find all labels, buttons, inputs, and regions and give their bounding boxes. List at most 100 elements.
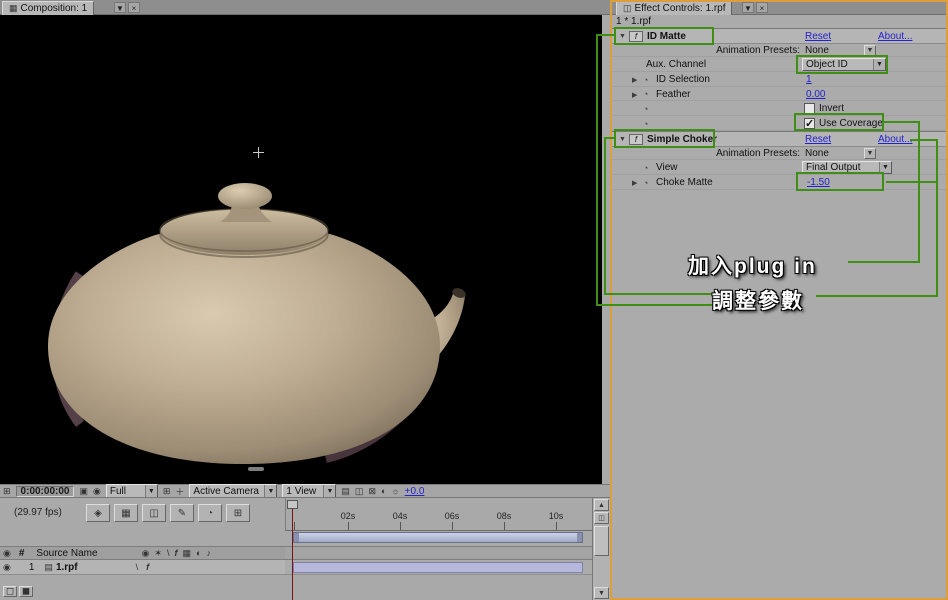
fx-panel-close-icon[interactable]: × xyxy=(756,2,768,13)
panel-maximize-icon[interactable]: ◫ xyxy=(594,512,609,524)
fast-preview-icon[interactable]: ☼ xyxy=(391,486,399,496)
resolution-icon[interactable]: ⊠ xyxy=(368,486,376,497)
chevron-down-icon: ▼ xyxy=(145,485,157,497)
property-row-invert: ◔ Invert xyxy=(612,101,948,116)
comp-mini-flowchart-icon[interactable]: ◈ xyxy=(86,504,110,522)
comp-toolbar: ⊞ 0:00:00:00 ▣ ◉ Full ▼ ⊞ ＋ Active Camer… xyxy=(0,484,610,497)
snapshot-icon[interactable]: ▣ xyxy=(79,486,88,497)
column-hash: # xyxy=(19,548,25,559)
highlight-box-use-coverage xyxy=(794,113,884,131)
id-selection-value[interactable]: 1 xyxy=(806,74,812,85)
composition-icon: ▦ xyxy=(9,3,18,14)
mask-visibility-icon[interactable]: ＋ xyxy=(175,485,184,498)
region-of-interest-icon[interactable]: ▤ xyxy=(341,486,350,497)
teapot-render xyxy=(28,124,498,474)
current-time-indicator-handle[interactable] xyxy=(287,500,298,509)
presets-row: Animation Presets: None ▼ xyxy=(612,44,948,57)
property-row-id-selection: ▶ ◔ ID Selection 1 xyxy=(612,72,948,87)
ruler-label: 02s xyxy=(336,511,360,521)
view-layout-dropdown[interactable]: 1 View ▼ xyxy=(282,484,336,498)
channel-icon[interactable]: ◫ xyxy=(355,486,364,497)
quality-switch-icon: \ xyxy=(167,548,170,558)
expand-layer-switches-icon[interactable]: ◻ xyxy=(3,586,17,597)
stopwatch-icon[interactable]: ◔ xyxy=(643,89,648,99)
effect-controls-icon: ◫ xyxy=(623,3,632,14)
presets-label: Animation Presets: xyxy=(672,148,800,159)
view-layout-value: 1 View xyxy=(283,486,323,497)
property-label: Choke Matte xyxy=(656,177,713,188)
comp-panel-menu-icon[interactable]: ▼ xyxy=(114,2,126,13)
stopwatch-icon[interactable]: ◔ xyxy=(643,178,648,188)
scroll-up-icon[interactable]: ▲ xyxy=(594,499,609,511)
highlight-box-id-matte xyxy=(614,27,714,45)
layer-index: 1 xyxy=(29,562,35,573)
camera-view-value: Active Camera xyxy=(190,486,264,497)
safe-zones-icon[interactable]: ⊞ xyxy=(3,486,11,497)
annotation-line xyxy=(596,304,712,306)
comp-tabbar: ▦ Composition: 1 ▼ × xyxy=(0,0,610,15)
scrollbar-thumb[interactable] xyxy=(594,526,609,556)
pixel-aspect-icon[interactable]: ◐ xyxy=(381,486,386,496)
highlight-box-aux-channel xyxy=(796,55,888,74)
effects-switch-icon: f xyxy=(174,548,177,558)
work-area-bar[interactable] xyxy=(293,532,583,543)
expander-right-icon[interactable]: ▶ xyxy=(632,179,637,187)
panel-focus-border xyxy=(610,0,612,600)
reset-link[interactable]: Reset xyxy=(805,134,831,145)
time-ruler[interactable]: 02s 04s 06s 08s 10s xyxy=(285,498,592,531)
timeline-column-header: ◉ # Source Name ◉ ✶ \ f ▦ ◐ ♪ xyxy=(0,546,285,560)
layer-fx-icon[interactable]: f xyxy=(146,562,149,572)
comp-viewport[interactable] xyxy=(0,15,602,484)
column-source-name[interactable]: Source Name xyxy=(36,548,97,559)
fx-panel-menu-icon[interactable]: ▼ xyxy=(742,2,754,13)
draft-3d-icon[interactable]: ▦ xyxy=(114,504,138,522)
stopwatch-icon[interactable]: ◔ xyxy=(643,163,648,173)
reset-link[interactable]: Reset xyxy=(805,31,831,42)
timeline-scrollbar[interactable]: ▲ ◫ ▼ xyxy=(592,498,610,600)
expander-right-icon[interactable]: ▶ xyxy=(632,76,637,84)
tab-effect-controls-label: Effect Controls: 1.rpf xyxy=(635,3,726,14)
layer-row[interactable]: ◉ 1 ▤ 1.rpf \ f xyxy=(0,560,285,575)
layer-duration-bar[interactable] xyxy=(293,562,583,573)
layer-video-eye-icon[interactable]: ◉ xyxy=(3,562,11,573)
presets-dropdown-icon[interactable]: ▼ xyxy=(864,148,876,159)
camera-view-dropdown[interactable]: Active Camera ▼ xyxy=(189,484,277,498)
viewport-resize-handle[interactable] xyxy=(248,467,264,471)
stopwatch-icon[interactable]: ◔ xyxy=(643,119,648,129)
annotation-line xyxy=(884,121,920,123)
current-time-indicator[interactable] xyxy=(292,503,293,600)
motion-blur-icon[interactable]: ◔ xyxy=(198,504,222,522)
timeline-header-track-area xyxy=(285,546,592,560)
about-link[interactable]: About... xyxy=(878,31,912,42)
hide-shy-layers-icon[interactable]: ◫ xyxy=(142,504,166,522)
stopwatch-icon[interactable]: ◔ xyxy=(643,75,648,85)
property-label: View xyxy=(656,162,678,173)
ruler-label: 10s xyxy=(544,511,568,521)
fx-source-label: 1 * 1.rpf xyxy=(616,16,651,27)
collapse-switch-icon: ✶ xyxy=(154,548,162,559)
layer-quality-icon[interactable]: \ xyxy=(136,562,139,572)
scroll-down-icon[interactable]: ▼ xyxy=(594,587,609,599)
property-label: Feather xyxy=(656,89,690,100)
show-snapshot-icon[interactable]: ◉ xyxy=(93,486,101,497)
footage-icon: ▤ xyxy=(44,562,53,573)
frame-blend-icon[interactable]: ✎ xyxy=(170,504,194,522)
stopwatch-icon[interactable]: ◔ xyxy=(643,104,648,114)
expander-right-icon[interactable]: ▶ xyxy=(632,91,637,99)
about-link[interactable]: About... xyxy=(878,134,912,145)
magnification-dropdown[interactable]: Full ▼ xyxy=(106,484,158,498)
feather-value[interactable]: 0.00 xyxy=(806,89,825,100)
brainstorm-icon[interactable]: ⊞ xyxy=(226,504,250,522)
exposure-value[interactable]: +0.0 xyxy=(405,486,425,497)
expand-transfer-modes-icon[interactable]: ◼ xyxy=(19,586,33,597)
layer-name[interactable]: 1.rpf xyxy=(56,562,78,573)
comp-panel-close-icon[interactable]: × xyxy=(128,2,140,13)
magnification-value: Full xyxy=(107,486,145,497)
highlight-box-choke-matte xyxy=(796,172,884,191)
tab-composition[interactable]: ▦ Composition: 1 xyxy=(2,1,94,15)
timeline-panel: (29.97 fps) ◈ ▦ ◫ ✎ ◔ ⊞ 02s 04s 06s 08s … xyxy=(0,497,610,600)
current-time-display[interactable]: 0:00:00:00 xyxy=(16,486,75,497)
grid-guides-icon[interactable]: ⊞ xyxy=(163,486,171,497)
tab-effect-controls[interactable]: ◫ Effect Controls: 1.rpf xyxy=(616,1,732,15)
presets-value[interactable]: None xyxy=(805,148,829,159)
